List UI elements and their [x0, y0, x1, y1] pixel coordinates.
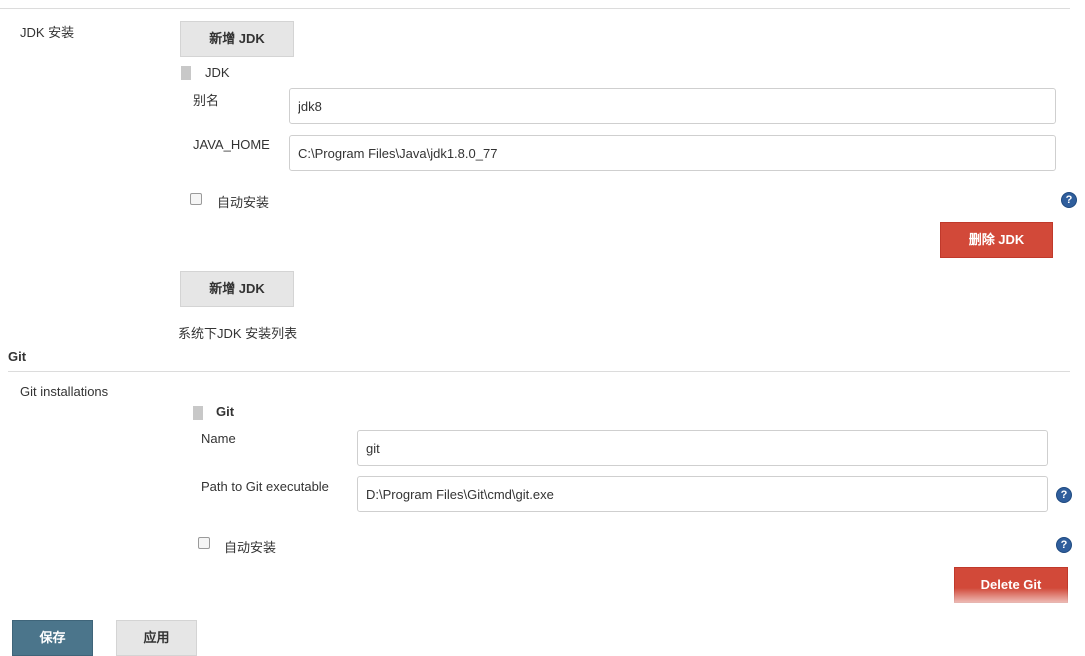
git-path-label: Path to Git executable: [201, 479, 329, 494]
git-name-label: Name: [201, 431, 236, 446]
git-auto-install-label: 自动安装: [224, 540, 277, 555]
java-home-input[interactable]: [289, 135, 1056, 171]
git-section-divider: [8, 371, 1070, 372]
top-divider: [0, 8, 1070, 9]
drag-handle-icon[interactable]: [193, 406, 203, 420]
jdk-alias-label: 别名: [193, 93, 220, 108]
save-button[interactable]: 保存: [12, 620, 93, 656]
git-section-title: Git: [8, 349, 27, 364]
git-installations-label: Git installations: [20, 384, 109, 399]
java-home-label: JAVA_HOME: [193, 137, 270, 152]
delete-jdk-button[interactable]: 删除 JDK: [940, 222, 1053, 258]
jdk-auto-install-label: 自动安装: [217, 195, 270, 210]
git-name-input[interactable]: [357, 430, 1048, 466]
drag-handle-icon[interactable]: [181, 66, 191, 80]
git-path-input[interactable]: [357, 476, 1048, 512]
jdk-auto-install-checkbox[interactable]: [190, 193, 202, 205]
jdk-help-icon[interactable]: ?: [1061, 192, 1077, 208]
add-jdk-button-2[interactable]: 新增 JDK: [180, 271, 294, 307]
jdk-item-title: JDK: [205, 65, 230, 80]
git-auto-install-checkbox[interactable]: [198, 537, 210, 549]
git-path-help-icon[interactable]: ?: [1056, 487, 1072, 503]
apply-button[interactable]: 应用: [116, 620, 197, 656]
add-jdk-button[interactable]: 新增 JDK: [180, 21, 294, 57]
jdk-alias-input[interactable]: [289, 88, 1056, 124]
git-help-icon[interactable]: ?: [1056, 537, 1072, 553]
scroll-fade: [0, 588, 1085, 610]
jdk-list-caption: 系统下JDK 安装列表: [178, 326, 298, 341]
git-item-title: Git: [216, 404, 235, 419]
jdk-section-label: JDK 安装: [20, 25, 75, 40]
